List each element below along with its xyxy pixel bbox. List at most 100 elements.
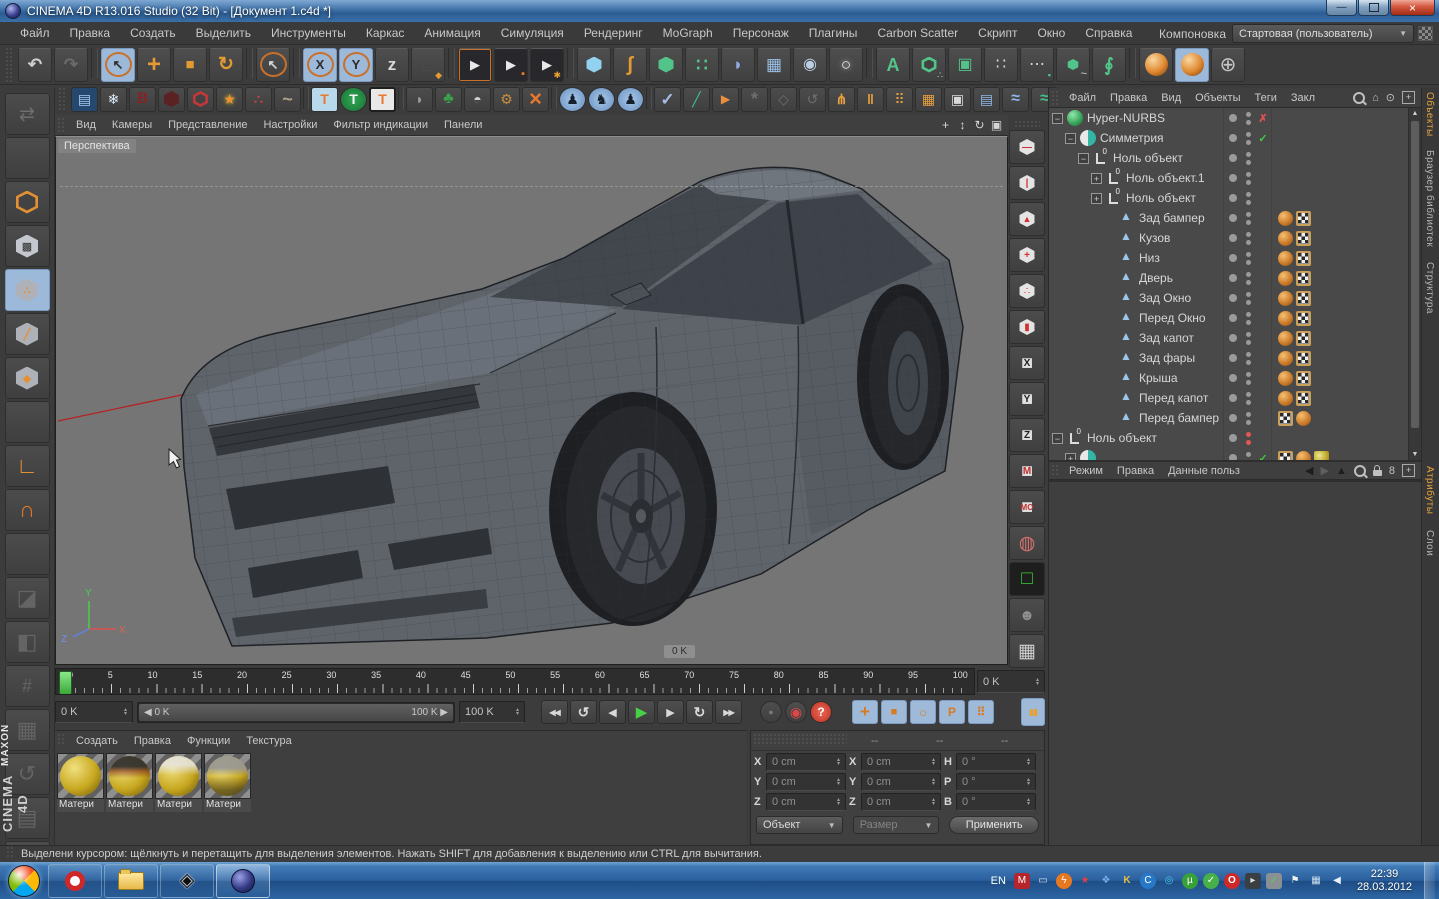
- tree-row[interactable]: Перед капот: [1049, 388, 1421, 408]
- menu-item[interactable]: Скрипт: [968, 26, 1027, 40]
- side-tab[interactable]: Атрибуты: [1424, 466, 1435, 514]
- menu-item[interactable]: Плагины: [799, 26, 868, 40]
- snowflake-icon[interactable]: ❄: [100, 87, 127, 112]
- max-frame-field[interactable]: 100 K▴▾: [459, 701, 525, 723]
- points-cube-icon[interactable]: ∴: [1009, 274, 1045, 308]
- array-icon[interactable]: ∷: [685, 48, 719, 82]
- taskbar-cinema4d-button[interactable]: [216, 864, 270, 898]
- tree-scrollbar[interactable]: ▲ ▼: [1408, 108, 1421, 460]
- position-x-field[interactable]: 0 cm▴▾: [766, 753, 846, 771]
- object-manager-menu-item[interactable]: Файл: [1062, 92, 1103, 104]
- home-icon[interactable]: ⌂: [1372, 92, 1379, 104]
- lock-z-icon[interactable]: z: [375, 48, 409, 82]
- console-icon[interactable]: ▸: [1245, 873, 1261, 889]
- layer-dot[interactable]: [1223, 248, 1242, 268]
- punto-icon[interactable]: ϟ: [1056, 873, 1072, 889]
- tag-icon[interactable]: [1296, 371, 1311, 386]
- environment-icon[interactable]: ▣: [948, 48, 982, 82]
- visibility-dots[interactable]: [1242, 312, 1255, 325]
- cube-spline-icon[interactable]: ~: [1056, 48, 1090, 82]
- layer-dot[interactable]: [1223, 108, 1242, 128]
- toolbar-grip[interactable]: [5, 47, 14, 82]
- material-item[interactable]: Матери: [57, 753, 104, 812]
- size-y-field[interactable]: 0 cm▴▾: [861, 773, 941, 791]
- edge-cut-cube-icon[interactable]: |: [1009, 166, 1045, 200]
- menu-item[interactable]: Каркас: [356, 26, 415, 40]
- object-manager-menu-item[interactable]: Вид: [1154, 92, 1188, 104]
- menu-item[interactable]: Окно: [1027, 26, 1075, 40]
- layer-dot[interactable]: [1223, 428, 1242, 448]
- expander-icon[interactable]: [1104, 253, 1115, 264]
- grid-orange-icon[interactable]: ▦: [915, 87, 942, 112]
- eye-icon[interactable]: ⊙: [1386, 91, 1395, 104]
- timeline-end-field[interactable]: 0 K▴▾: [977, 670, 1045, 693]
- tag-icon[interactable]: [1278, 211, 1293, 226]
- prev-key-icon[interactable]: ↺: [570, 700, 597, 724]
- usb-icon[interactable]: ✓: [1266, 873, 1282, 889]
- scroll-up-icon[interactable]: ▲: [1409, 110, 1421, 117]
- polygon-mode-icon[interactable]: ◆: [5, 357, 50, 399]
- visibility-dots[interactable]: [1242, 432, 1255, 445]
- tool-b-icon[interactable]: ◇: [770, 87, 797, 112]
- visibility-dots[interactable]: [1242, 352, 1255, 365]
- tree-row[interactable]: Зад бампер: [1049, 208, 1421, 228]
- claw-icon[interactable]: ⋔: [828, 87, 855, 112]
- layer-dot[interactable]: [1223, 168, 1242, 188]
- expander-icon[interactable]: [1104, 353, 1115, 364]
- side-tab[interactable]: Слои: [1424, 530, 1435, 556]
- menu-item[interactable]: Файл: [10, 26, 60, 40]
- menu-item[interactable]: Персонаж: [723, 26, 799, 40]
- visibility-dots[interactable]: [1242, 132, 1255, 145]
- tag-icon[interactable]: [1278, 311, 1293, 326]
- frame-range-scrollbar[interactable]: ◀ 0 K 100 K ▶: [137, 702, 455, 723]
- layer-dot[interactable]: [1223, 368, 1242, 388]
- visibility-dots[interactable]: [1242, 192, 1255, 205]
- back-icon[interactable]: ◀: [1305, 464, 1313, 477]
- utorrent-icon[interactable]: µ: [1182, 873, 1198, 889]
- tree-row[interactable]: Ноль объект: [1049, 148, 1421, 168]
- side-tab[interactable]: Структура: [1424, 262, 1435, 314]
- start-button[interactable]: [8, 865, 40, 897]
- wave-blue-icon[interactable]: ≈: [1002, 87, 1029, 112]
- tag-icon[interactable]: [1296, 411, 1311, 426]
- expander-icon[interactable]: [1104, 333, 1115, 344]
- visibility-dots[interactable]: [1242, 392, 1255, 405]
- layer-dot[interactable]: [1223, 268, 1242, 288]
- stepper-icon[interactable]: ▴▾: [124, 708, 127, 716]
- list-icon[interactable]: ▤: [973, 87, 1000, 112]
- visibility-dots[interactable]: [1242, 452, 1255, 461]
- stack-cubes-icon[interactable]: ▮: [1009, 310, 1045, 344]
- expander-icon[interactable]: [1091, 193, 1102, 204]
- figure-walk-icon[interactable]: ♟: [617, 87, 644, 112]
- render-picture-icon[interactable]: ▶ ▪: [494, 48, 528, 82]
- tree-row[interactable]: Кузов: [1049, 228, 1421, 248]
- swirl-icon[interactable]: ∮: [1092, 48, 1126, 82]
- viewport-menu-item[interactable]: Представление: [160, 119, 255, 131]
- separator[interactable]: [1129, 48, 1136, 78]
- tag-icon[interactable]: [1314, 451, 1329, 461]
- attribute-manager-menu-item[interactable]: Режим: [1062, 465, 1110, 477]
- volume-icon[interactable]: ◀: [1329, 873, 1345, 889]
- tree-row[interactable]: Симметрия: [1049, 128, 1421, 148]
- add-cube-icon[interactable]: [577, 48, 611, 82]
- keyframe-bars-icon[interactable]: ▮▮: [1021, 698, 1045, 726]
- record-keyframe-icon[interactable]: ●: [760, 701, 782, 723]
- material-thumbnail[interactable]: [106, 753, 153, 799]
- param-lock-icon[interactable]: P: [939, 700, 965, 724]
- side-tab[interactable]: Браузер библиотек: [1424, 150, 1435, 247]
- magnet-snap-icon[interactable]: ∩: [5, 489, 50, 531]
- tag-icon[interactable]: [1296, 271, 1311, 286]
- taskbar-explorer-button[interactable]: [104, 864, 158, 898]
- expander-icon[interactable]: [1065, 453, 1076, 461]
- triangle-cube-icon[interactable]: ▲: [1009, 202, 1045, 236]
- tag-icon[interactable]: [1278, 271, 1293, 286]
- menu-item[interactable]: MoGraph: [653, 26, 723, 40]
- tag-icon[interactable]: [1278, 231, 1293, 246]
- scale-icon[interactable]: ■: [173, 48, 207, 82]
- figure-run-icon[interactable]: ♞: [588, 87, 615, 112]
- mograph-mo-icon[interactable]: ■ MO: [1009, 490, 1045, 524]
- rotation-b-field[interactable]: 0 °▴▾: [956, 793, 1036, 811]
- points-mode-icon[interactable]: ∴: [5, 269, 50, 311]
- menu-item[interactable]: Справка: [1075, 26, 1142, 40]
- tree-row[interactable]: Ноль объект: [1049, 188, 1421, 208]
